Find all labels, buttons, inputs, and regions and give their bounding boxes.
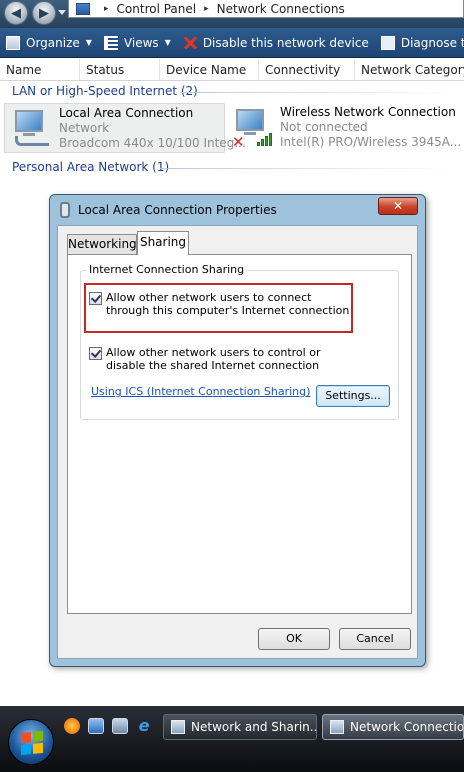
wireless-network-icon: ✕ xyxy=(232,107,272,151)
column-device-name[interactable]: Device Name xyxy=(160,59,259,80)
command-toolbar: Organize ▼ Views ▼ Disable this network … xyxy=(0,28,464,58)
diagnose-label: Diagnose this xyxy=(400,35,464,50)
organize-icon xyxy=(6,35,20,50)
forward-arrow-icon: ▶ xyxy=(39,5,49,21)
back-button[interactable]: ◀ xyxy=(4,1,28,25)
group-title-lan[interactable]: LAN or High-Speed Internet (2) xyxy=(12,84,198,98)
group-divider xyxy=(180,92,458,93)
allow-control-label: Allow other network users to control or … xyxy=(106,346,321,372)
ok-button[interactable]: OK xyxy=(258,628,330,650)
taskbar-button-label: Network Connections xyxy=(350,720,464,734)
ics-groupbox: Internet Connection Sharing Allow other … xyxy=(80,263,399,420)
windows-logo-icon xyxy=(21,730,43,756)
internet-explorer-icon[interactable]: e xyxy=(136,718,152,734)
close-button[interactable]: ✕ xyxy=(378,197,418,215)
breadcrumb-separator-icon: ▸ xyxy=(104,3,109,14)
sharing-tab-panel: Internet Connection Sharing Allow other … xyxy=(67,254,412,614)
breadcrumb-separator-icon: ▸ xyxy=(204,3,209,14)
views-button[interactable]: Views ▼ xyxy=(98,28,177,57)
chevron-down-icon: ▼ xyxy=(164,38,171,47)
diagnose-icon xyxy=(380,35,395,50)
disable-device-button[interactable]: Disable this network device xyxy=(177,28,375,57)
connection-device: Intel(R) PRO/Wireless 3945A... xyxy=(280,135,462,149)
group-divider xyxy=(160,168,458,169)
connection-status: Network xyxy=(59,121,110,135)
chevron-down-icon: ▼ xyxy=(85,38,92,47)
connection-device: Broadcom 440x 10/100 Integ... xyxy=(59,136,246,150)
settings-button[interactable]: Settings... xyxy=(316,385,390,407)
tab-networking[interactable]: Networking xyxy=(67,234,137,254)
connection-name: Local Area Connection xyxy=(59,106,194,120)
allow-connect-option[interactable]: Allow other network users to connect thr… xyxy=(89,291,356,317)
disable-device-label: Disable this network device xyxy=(202,35,369,50)
forward-button[interactable]: ▶ xyxy=(32,1,56,25)
dialog-body: Networking Sharing Internet Connection S… xyxy=(57,225,418,659)
connection-status: Not connected xyxy=(280,120,368,134)
disable-icon xyxy=(183,36,197,50)
recent-pages-dropdown-icon[interactable] xyxy=(58,10,66,15)
column-name[interactable]: Name xyxy=(0,59,80,80)
wired-network-icon xyxy=(11,108,51,148)
signal-bars-icon xyxy=(257,133,272,146)
column-header: Name Status Device Name Connectivity Net… xyxy=(0,59,464,81)
breadcrumb-network-connections[interactable]: Network Connections xyxy=(217,2,345,16)
column-status[interactable]: Status xyxy=(80,59,160,80)
address-box[interactable]: ▸ Control Panel ▸ Network Connections xyxy=(68,0,464,18)
back-arrow-icon: ◀ xyxy=(11,5,21,21)
allow-control-option[interactable]: Allow other network users to control or … xyxy=(89,346,356,372)
organize-button[interactable]: Organize ▼ xyxy=(0,28,98,57)
allow-control-checkbox[interactable] xyxy=(89,347,102,360)
connection-tile-local-area[interactable]: Local Area Connection Network Broadcom 4… xyxy=(4,103,246,153)
dialog-title: Local Area Connection Properties xyxy=(78,203,277,217)
switch-windows-icon[interactable] xyxy=(112,718,128,734)
connection-tile-wireless[interactable]: ✕ Wireless Network Connection Not connec… xyxy=(226,103,464,153)
start-button[interactable] xyxy=(8,719,54,765)
tab-sharing[interactable]: Sharing xyxy=(137,231,189,255)
show-desktop-icon[interactable] xyxy=(88,718,104,734)
connection-name: Wireless Network Connection xyxy=(280,105,456,119)
taskbar-button-network-sharing[interactable]: Network and Sharin... xyxy=(163,714,317,740)
diagnose-button[interactable]: Diagnose this xyxy=(375,28,464,57)
properties-dialog: Local Area Connection Properties ✕ Netwo… xyxy=(49,194,426,667)
taskbar: e Network and Sharin... Network Connecti… xyxy=(0,706,464,772)
allow-connect-checkbox[interactable] xyxy=(89,292,102,305)
taskbar-button-network-connections[interactable]: Network Connections xyxy=(322,714,464,740)
ics-group-label: Internet Connection Sharing xyxy=(87,263,247,276)
control-panel-icon xyxy=(76,2,90,15)
cancel-button[interactable]: Cancel xyxy=(339,628,411,650)
views-icon xyxy=(103,35,118,50)
disconnected-x-icon: ✕ xyxy=(232,133,245,151)
column-network-category[interactable]: Network Category xyxy=(355,59,464,80)
network-adapter-icon xyxy=(60,202,70,218)
organize-label: Organize xyxy=(26,35,80,50)
views-label: Views xyxy=(123,35,159,50)
taskbar-button-label: Network and Sharin... xyxy=(191,720,317,734)
group-title-personal-area[interactable]: Personal Area Network (1) xyxy=(12,160,169,174)
using-ics-link[interactable]: Using ICS (Internet Connection Sharing) xyxy=(91,385,310,398)
firefox-icon[interactable] xyxy=(64,718,80,734)
allow-connect-label: Allow other network users to connect thr… xyxy=(106,291,350,317)
network-connections-icon xyxy=(330,720,344,734)
column-connectivity[interactable]: Connectivity xyxy=(259,59,355,80)
network-center-icon xyxy=(171,720,185,734)
breadcrumb-control-panel[interactable]: Control Panel xyxy=(117,2,197,16)
close-icon: ✕ xyxy=(392,199,404,213)
address-bar: ◀ ▶ ▸ Control Panel ▸ Network Connection… xyxy=(0,0,464,28)
